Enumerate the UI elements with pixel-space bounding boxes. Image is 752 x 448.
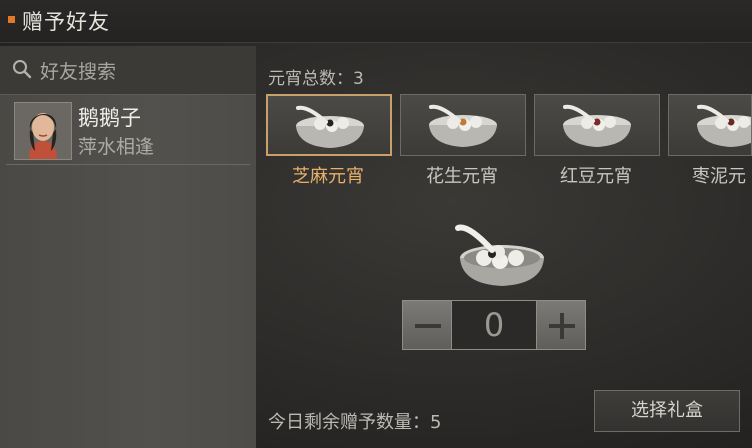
avatar <box>14 102 72 160</box>
yuanxiao-bowl-icon <box>296 105 364 148</box>
title-marker-icon <box>8 16 15 23</box>
friend-signature: 萍水相逢 <box>78 136 155 158</box>
friend-name: 鹅鹅子 <box>78 106 141 130</box>
increase-button[interactable] <box>536 300 586 350</box>
decrease-button[interactable] <box>402 300 452 350</box>
gift-panel: 赠予好友 好友搜索 鹅鹅子 萍水相逢 元宵总数：3 芝麻元宵 花生元宵 红豆元宵… <box>0 0 752 448</box>
search-icon <box>13 60 32 79</box>
selected-item-preview-icon <box>455 224 544 286</box>
yuanxiao-bowl-icon <box>429 104 497 147</box>
friend-list-item[interactable]: 鹅鹅子 萍水相逢 <box>6 100 250 165</box>
item-label-peanut: 花生元宵 <box>426 166 498 187</box>
yuanxiao-bowl-icon <box>563 104 631 147</box>
remaining-gift-count: 今日剩余赠予数量：5 <box>268 412 442 433</box>
minus-icon <box>415 324 441 328</box>
select-giftbox-button[interactable]: 选择礼盒 <box>594 390 740 432</box>
title-bar: 赠予好友 <box>0 0 752 43</box>
page-title: 赠予好友 <box>22 10 110 34</box>
total-count-label: 元宵总数：3 <box>268 69 364 89</box>
item-label-sesame: 芝麻元宵 <box>292 166 364 187</box>
friend-search-input[interactable]: 好友搜索 <box>0 46 256 95</box>
item-label-jujube: 枣泥元 <box>692 166 746 187</box>
item-card-redbean[interactable] <box>534 94 660 156</box>
item-card-jujube[interactable] <box>668 94 752 156</box>
quantity-value[interactable]: 0 <box>452 300 536 350</box>
quantity-stepper: 0 <box>402 300 586 350</box>
gift-main-area: 元宵总数：3 芝麻元宵 花生元宵 红豆元宵 枣泥元 0 今日剩余赠予数量：5 选… <box>256 46 752 448</box>
search-placeholder: 好友搜索 <box>40 61 117 83</box>
item-card-peanut[interactable] <box>400 94 526 156</box>
yuanxiao-bowl-icon <box>697 104 751 147</box>
item-card-sesame[interactable] <box>266 94 392 156</box>
plus-icon <box>549 313 575 339</box>
friend-sidebar: 好友搜索 鹅鹅子 萍水相逢 <box>0 46 256 448</box>
item-label-redbean: 红豆元宵 <box>560 166 632 187</box>
